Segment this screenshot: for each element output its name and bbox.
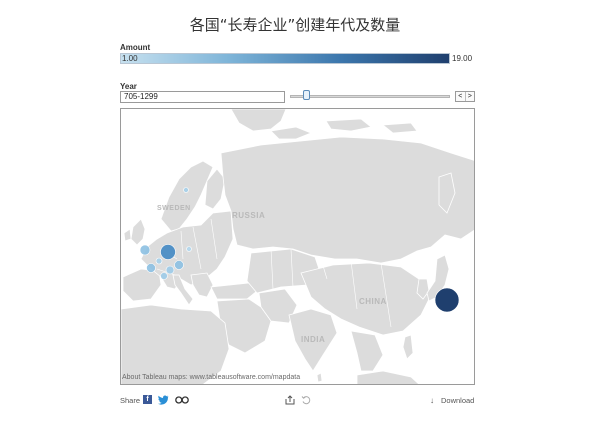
russia-land xyxy=(220,136,474,264)
se-asia-land xyxy=(350,330,384,372)
ireland-land xyxy=(123,228,132,242)
balkans-land xyxy=(190,272,214,298)
arctic-islands-3-land xyxy=(381,122,418,134)
download-button[interactable]: Download xyxy=(441,396,474,405)
map-canvas xyxy=(121,109,474,384)
toolbar-footer: Share f ↓ Download xyxy=(120,395,475,409)
company-count-bubble[interactable] xyxy=(160,272,168,280)
label-sweden: SWEDEN xyxy=(157,205,191,212)
amount-color-gradient xyxy=(120,53,450,64)
company-count-bubble[interactable] xyxy=(155,257,163,265)
company-count-bubble[interactable] xyxy=(434,287,460,313)
company-count-bubble[interactable] xyxy=(160,244,176,260)
sri-lanka-land xyxy=(316,372,323,383)
year-slider-track[interactable] xyxy=(290,95,450,98)
revert-icon[interactable] xyxy=(301,395,311,405)
year-range-input[interactable]: 705-1299 xyxy=(120,91,285,103)
map-attribution[interactable]: About Tableau maps: www.tableausoftware.… xyxy=(122,374,300,381)
amount-max-value: 19.00 xyxy=(452,54,473,63)
year-step-buttons: < > xyxy=(455,91,475,102)
year-slider-thumb[interactable] xyxy=(303,90,310,100)
indonesia-land xyxy=(356,370,420,384)
link-icon[interactable] xyxy=(175,396,189,404)
label-india: INDIA xyxy=(301,335,326,344)
landmass xyxy=(121,109,474,384)
company-count-bubble[interactable] xyxy=(146,263,156,273)
page-title: 各国“长寿企业”创建年代及数量 xyxy=(189,16,401,34)
company-count-bubble[interactable] xyxy=(183,187,189,193)
company-count-bubble[interactable] xyxy=(165,265,175,275)
company-count-bubble[interactable] xyxy=(186,246,192,252)
amount-min-value: 1.00 xyxy=(122,54,138,63)
amount-legend-label: Amount xyxy=(120,43,151,52)
share-label: Share xyxy=(120,396,141,405)
arctic-islands-2-land xyxy=(325,118,372,132)
twitter-icon[interactable] xyxy=(158,395,169,405)
download-icon[interactable]: ↓ xyxy=(430,396,434,405)
uk-land xyxy=(130,218,146,246)
year-filter-label: Year xyxy=(120,82,137,91)
year-next-button[interactable]: > xyxy=(464,92,475,101)
export-icon[interactable] xyxy=(285,395,295,405)
map-view[interactable]: RUSSIA SWEDEN CHINA INDIA xyxy=(120,108,475,385)
greenland-land xyxy=(230,109,287,132)
africa-north-land xyxy=(121,304,230,384)
turkey-land xyxy=(210,282,258,300)
year-prev-button[interactable]: < xyxy=(456,92,465,101)
philippines-land xyxy=(402,334,414,360)
iberia-land xyxy=(122,268,162,302)
label-china: CHINA xyxy=(359,297,387,306)
arctic-islands-land xyxy=(270,126,313,140)
company-count-bubble[interactable] xyxy=(174,260,184,270)
company-count-bubble[interactable] xyxy=(139,244,151,256)
facebook-icon[interactable]: f xyxy=(143,395,152,404)
label-russia: RUSSIA xyxy=(232,211,266,220)
